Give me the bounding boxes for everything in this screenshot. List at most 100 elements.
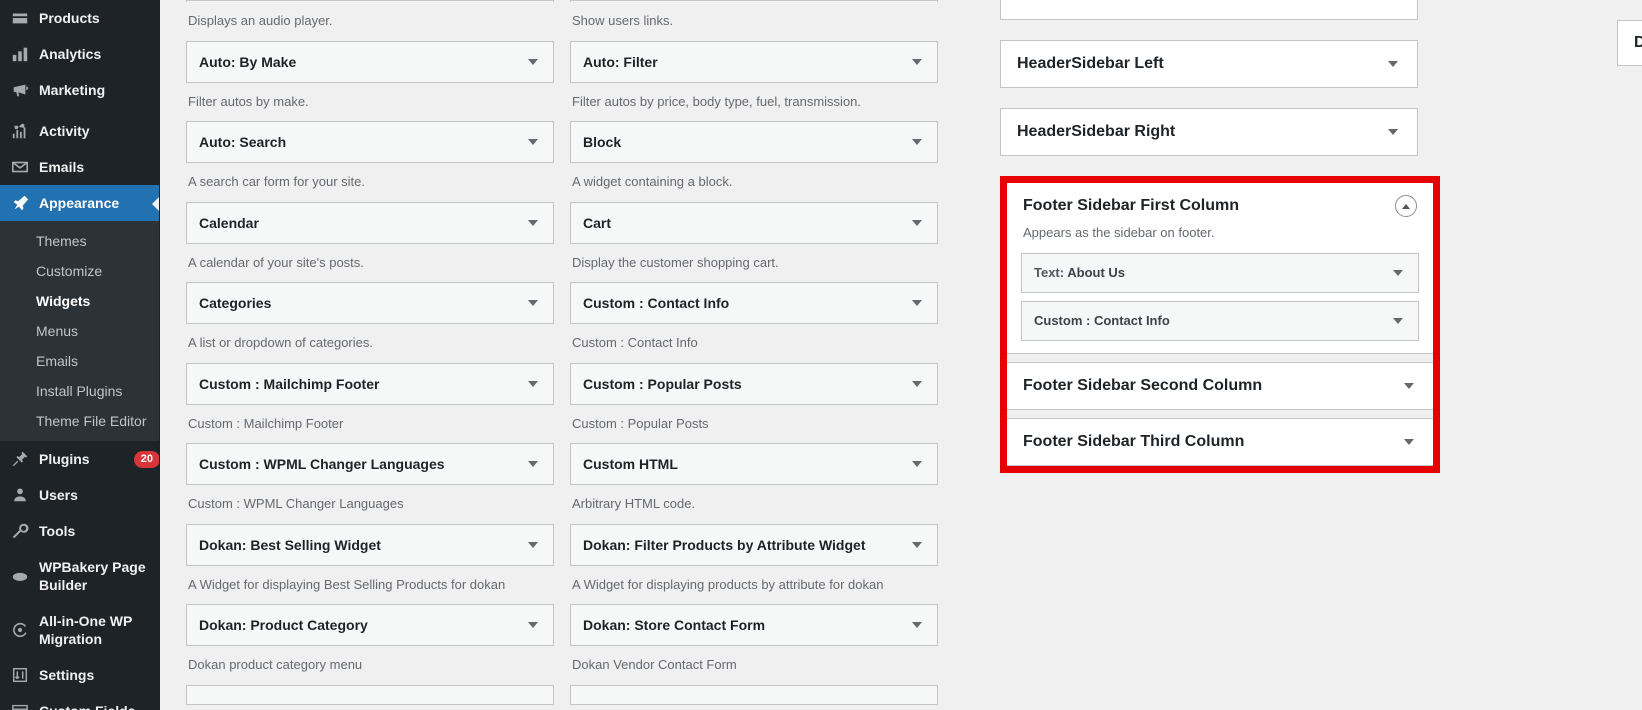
widget-area-headersidebar-left[interactable]: HeaderSidebar Left [1000, 40, 1418, 88]
widget-header[interactable]: Custom HTML [571, 444, 937, 484]
chevron-down-icon[interactable] [525, 617, 541, 633]
widget-header[interactable]: Custom : WPML Changer Languages [187, 444, 553, 484]
widget-card-auto-filter[interactable]: Auto: Filter [570, 40, 938, 83]
widget-card-block[interactable]: Block [570, 121, 938, 163]
widget-header[interactable]: Custom : Mailchimp Footer [187, 364, 553, 404]
chevron-up-icon[interactable] [1395, 195, 1417, 217]
widget-header[interactable]: Cart [571, 203, 937, 243]
widget-card-custom-html[interactable]: Custom HTML [570, 443, 938, 485]
chevron-down-icon[interactable] [525, 537, 541, 553]
widget-area-header[interactable]: Autos Sidebar [1001, 0, 1417, 19]
chevron-down-icon[interactable] [909, 537, 925, 553]
submenu-item-customize[interactable]: Customize [0, 256, 160, 286]
submenu-item-widgets[interactable]: Widgets [0, 286, 160, 316]
widget-card-calendar[interactable]: Calendar [186, 201, 554, 244]
widget-header[interactable]: Block [571, 122, 937, 162]
analytics-icon [10, 45, 30, 63]
widget-card-auto-by-make[interactable]: Auto: By Make [186, 40, 554, 83]
sidebar-item-wpbakery-page-builder[interactable]: WPBakery Page Builder [0, 549, 160, 603]
widget-card-categories[interactable]: Categories [186, 282, 554, 324]
widget-card-auto-search[interactable]: Auto: Search [186, 121, 554, 163]
chevron-down-icon[interactable] [1401, 434, 1417, 450]
submenu-item-emails[interactable]: Emails [0, 346, 160, 376]
chevron-down-icon[interactable] [525, 376, 541, 392]
widget-card-partial-bottom[interactable] [186, 684, 554, 705]
widget-card-dokan-product-category[interactable]: Dokan: Product Category [186, 604, 554, 646]
widget-card-dokan-store-contact-form[interactable]: Dokan: Store Contact Form [570, 604, 938, 646]
assigned-widget-text-about-us[interactable]: Text: About Us [1021, 252, 1419, 293]
chevron-down-icon[interactable] [525, 215, 541, 231]
chevron-down-icon[interactable] [525, 295, 541, 311]
sidebar-item-appearance[interactable]: Appearance [0, 185, 160, 221]
sidebar-item-custom-fields[interactable]: Custom Fields [0, 693, 160, 710]
widget-card-custom-contact-info[interactable]: Custom : Contact Info [570, 282, 938, 324]
widget-title: Auto: By Make [199, 53, 297, 70]
assigned-widget-header[interactable]: Custom : Contact Info [1022, 302, 1418, 340]
chevron-down-icon[interactable] [1390, 265, 1406, 281]
widget-header[interactable]: Calendar [187, 203, 553, 243]
widget-header[interactable]: Dokan: Store Contact Form [571, 605, 937, 645]
sidebar-item-all-in-one-wp-migration[interactable]: All-in-One WP Migration [0, 603, 160, 657]
chevron-down-icon[interactable] [1385, 0, 1401, 4]
submenu-item-theme-file-editor[interactable]: Theme File Editor [0, 406, 160, 436]
widget-area-autos-sidebar[interactable]: Autos Sidebar [1000, 0, 1418, 20]
sidebar-item-plugins[interactable]: Plugins 20 [0, 441, 160, 477]
chevron-down-icon[interactable] [909, 295, 925, 311]
widget-area-header[interactable]: Footer Sidebar Second Column [1007, 363, 1433, 409]
chevron-down-icon[interactable] [909, 215, 925, 231]
chevron-down-icon[interactable] [909, 376, 925, 392]
sidebar-item-tools[interactable]: Tools [0, 513, 160, 549]
chevron-down-icon[interactable] [1385, 124, 1401, 140]
widget-card-partial-bottom[interactable] [570, 684, 938, 705]
chevron-down-icon[interactable] [909, 134, 925, 150]
sidebar-item-label: Plugins [39, 451, 90, 467]
chevron-down-icon[interactable] [1385, 56, 1401, 72]
sidebar-item-analytics[interactable]: Analytics [0, 36, 160, 72]
chevron-down-icon[interactable] [909, 456, 925, 472]
widget-header[interactable]: Dokan: Filter Products by Attribute Widg… [571, 525, 937, 565]
widget-area-dokan-store[interactable]: Dokan Store [1617, 20, 1642, 66]
widget-area-footer-sidebar-second-column[interactable]: Footer Sidebar Second Column [1007, 361, 1433, 410]
widget-header[interactable]: Auto: Filter [571, 42, 937, 82]
widget-area-footer-sidebar-first-column[interactable]: Footer Sidebar First Column Appears as t… [1007, 183, 1433, 354]
widget-card-custom-mailchimp-footer[interactable]: Custom : Mailchimp Footer [186, 362, 554, 405]
widget-header[interactable]: Dokan: Best Selling Widget [187, 525, 553, 565]
widget-card-custom-popular-posts[interactable]: Custom : Popular Posts [570, 362, 938, 405]
widget-header[interactable]: Custom : Popular Posts [571, 364, 937, 404]
widget-header[interactable]: Dokan: Product Category [187, 605, 553, 645]
sidebar-item-products[interactable]: Products [0, 0, 160, 36]
widget-area-header[interactable]: HeaderSidebar Left [1001, 41, 1417, 87]
sidebar-item-activity[interactable]: Activity [0, 113, 160, 149]
submenu-item-themes[interactable]: Themes [0, 226, 160, 256]
chevron-down-icon[interactable] [1401, 378, 1417, 394]
widget-card-cart[interactable]: Cart [570, 201, 938, 244]
sidebar-item-emails[interactable]: Emails [0, 149, 160, 185]
sidebar-item-users[interactable]: Users [0, 477, 160, 513]
chevron-down-icon[interactable] [525, 456, 541, 472]
widget-header[interactable]: Auto: By Make [187, 42, 553, 82]
chevron-down-icon[interactable] [525, 134, 541, 150]
chevron-down-icon[interactable] [909, 54, 925, 70]
widget-area-footer-sidebar-third-column[interactable]: Footer Sidebar Third Column [1007, 417, 1433, 466]
widget-header[interactable]: Categories [187, 283, 553, 323]
settings-icon [10, 666, 30, 684]
widget-header[interactable]: Custom : Contact Info [571, 283, 937, 323]
widget-card-dokan-best-selling[interactable]: Dokan: Best Selling Widget [186, 523, 554, 566]
widget-header[interactable]: Auto: Search [187, 122, 553, 162]
chevron-down-icon[interactable] [525, 54, 541, 70]
widget-card-custom-wpml-changer-languages[interactable]: Custom : WPML Changer Languages [186, 443, 554, 485]
widget-area-header[interactable]: HeaderSidebar Right [1001, 109, 1417, 155]
widget-area-headersidebar-right[interactable]: HeaderSidebar Right [1000, 108, 1418, 156]
appearance-submenu: Themes Customize Widgets Menus Emails In… [0, 221, 160, 441]
widget-card-dokan-filter-products-by-attribute[interactable]: Dokan: Filter Products by Attribute Widg… [570, 523, 938, 566]
submenu-item-menus[interactable]: Menus [0, 316, 160, 346]
sidebar-item-marketing[interactable]: Marketing [0, 72, 160, 108]
sidebar-item-settings[interactable]: Settings [0, 657, 160, 693]
chevron-down-icon[interactable] [909, 617, 925, 633]
submenu-item-install-plugins[interactable]: Install Plugins [0, 376, 160, 406]
assigned-widget-header[interactable]: Text: About Us [1022, 254, 1418, 292]
assigned-widget-custom-contact-info[interactable]: Custom : Contact Info [1021, 300, 1419, 341]
available-widgets-column-left: Displays an audio player. Auto: By Make … [186, 0, 554, 710]
widget-area-header[interactable]: Footer Sidebar Third Column [1007, 419, 1433, 465]
chevron-down-icon[interactable] [1390, 313, 1406, 329]
